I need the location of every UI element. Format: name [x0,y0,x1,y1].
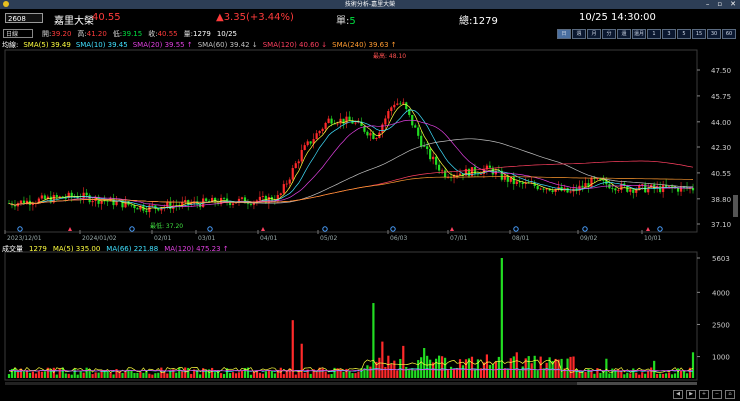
date-axis-label: 04/01 [260,235,277,242]
event-marker[interactable] [68,227,72,231]
date-axis-label: 05/02 [320,235,337,242]
price-chart[interactable]: 47.50 45.75 44.00 42.30 40.55 38.80 37.10 2023/… [0,0,740,401]
volume-legend-item: MA(120) 475.23 ↑ [164,245,229,253]
date-axis-label: 2024/01/02 [82,235,117,242]
date-axis-label: 07/01 [450,235,467,242]
ma-line [8,109,694,209]
date-axis-label: 03/01 [198,235,215,242]
price-axis-label: 40.55 [711,170,731,178]
event-marker[interactable] [582,226,588,232]
event-marker[interactable] [646,227,650,231]
ma-line [8,138,694,206]
event-marker[interactable] [390,226,396,232]
date-axis-label: 09/02 [580,235,597,242]
volume-legend-label: 成交量 [2,245,23,253]
volume-bars [7,258,695,378]
volume-axis-label: 2500 [712,321,730,329]
volume-ma-line [8,369,694,372]
price-axis-label: 45.75 [711,93,731,101]
event-marker[interactable] [322,226,328,232]
high-annotation: 最高: 48.10 [373,52,406,60]
vertical-scrollbar[interactable] [733,195,738,217]
price-axis-label: 42.30 [711,144,731,152]
volume-legend-item: 1279 [29,245,47,253]
tool-button[interactable]: + [699,390,709,399]
date-axis-label: 2023/12/01 [7,235,42,242]
event-marker[interactable] [450,227,454,231]
event-marker[interactable] [17,226,23,232]
date-axis-label: 08/01 [512,235,529,242]
chart-tools: ◀ ▶ + − ⌂ [673,390,735,399]
price-axis-label: 44.00 [711,119,731,127]
event-marker[interactable] [261,227,265,231]
date-axis-label: 06/03 [390,235,407,242]
volume-legend: 成交量 1279 MA(5) 335.00 MA(66) 221.88 MA(120) … [2,244,229,254]
volume-axis-label: 5603 [712,255,730,263]
ma-line [8,119,694,208]
event-marker[interactable] [129,226,135,232]
tool-button[interactable]: ◀ [673,390,683,399]
event-marker[interactable] [207,226,213,232]
volume-axis-label: 4000 [712,289,730,297]
tool-button[interactable]: ⌂ [725,390,735,399]
tool-button[interactable]: ▶ [686,390,696,399]
low-annotation: 最低: 37.20 [150,222,183,230]
date-axis-label: 10/01 [644,235,661,242]
date-axis-label: 02/01 [154,235,171,242]
event-marker[interactable] [657,226,663,232]
event-marker[interactable] [513,226,519,232]
scroll-thumb[interactable] [577,382,697,385]
horizontal-scrollbar[interactable] [5,382,697,385]
volume-axis-label: 1000 [712,354,730,362]
volume-legend-item: MA(5) 335.00 [52,245,101,253]
price-axis-label: 38.80 [711,196,731,204]
volume-legend-item: MA(66) 221.88 [106,245,159,253]
price-axis-label: 47.50 [711,67,731,75]
ma-line [8,103,694,210]
price-axis-label: 37.10 [711,221,731,229]
tool-button[interactable]: − [712,390,722,399]
